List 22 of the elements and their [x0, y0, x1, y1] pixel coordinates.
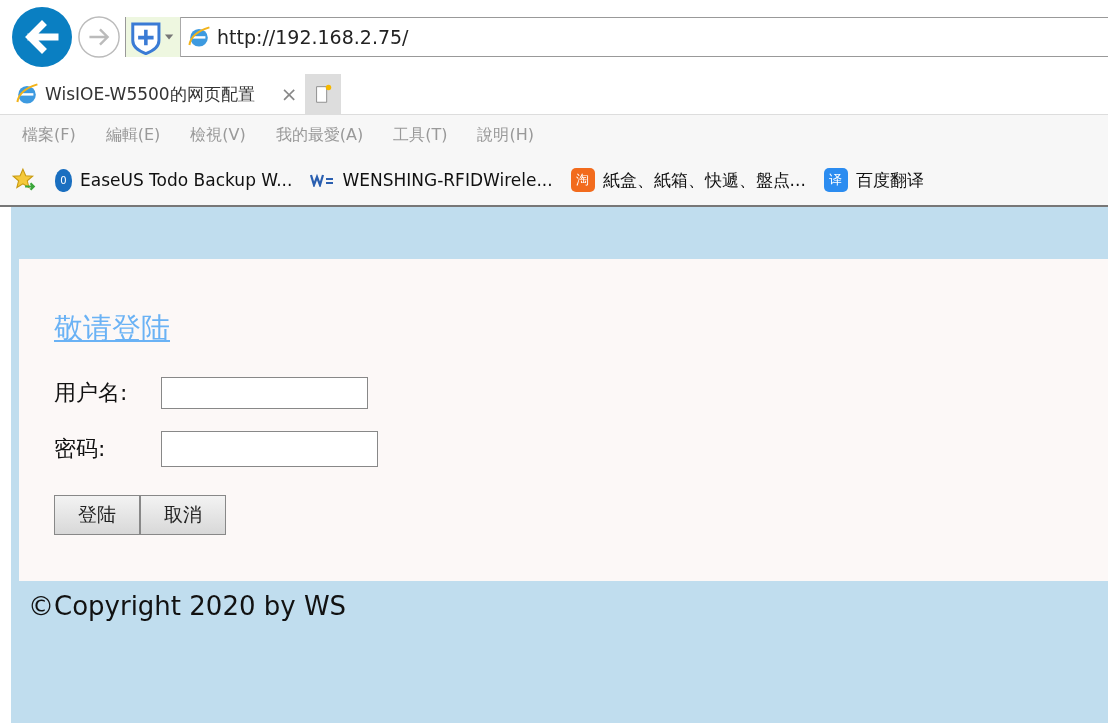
ws-logo-icon: [310, 173, 335, 187]
field-label: 用户名:: [54, 379, 129, 407]
form-button[interactable]: 取消: [140, 495, 226, 535]
password-field[interactable]: [161, 431, 378, 467]
bookmark-label[interactable]: 百度翻译: [855, 168, 924, 192]
copyright-text: ©Copyright 2020 by WS: [27, 590, 348, 621]
drop-icon: 0: [55, 168, 72, 192]
field-label: 密码:: [54, 435, 107, 463]
translate-icon: 译: [823, 168, 848, 192]
form-button[interactable]: 登陆: [54, 495, 140, 535]
address-bar-text[interactable]: http://192.168.2.75/: [217, 26, 409, 48]
username-field[interactable]: [161, 377, 368, 409]
ie-logo-icon: [15, 82, 39, 106]
back-button[interactable]: [11, 6, 73, 68]
bookmark-label[interactable]: 紙盒、紙箱、快遞、盤点...: [602, 168, 806, 192]
tao-icon: 淘: [570, 168, 595, 192]
add-favorite-icon[interactable]: [11, 167, 37, 193]
bookmark-label[interactable]: EaseUS Todo Backup W...: [80, 170, 293, 190]
ie-logo-icon: [187, 25, 211, 49]
shield-icon[interactable]: [126, 17, 181, 57]
bookmark-label[interactable]: WENSHING-RFIDWirele...: [342, 170, 553, 190]
forward-button[interactable]: [77, 15, 121, 59]
